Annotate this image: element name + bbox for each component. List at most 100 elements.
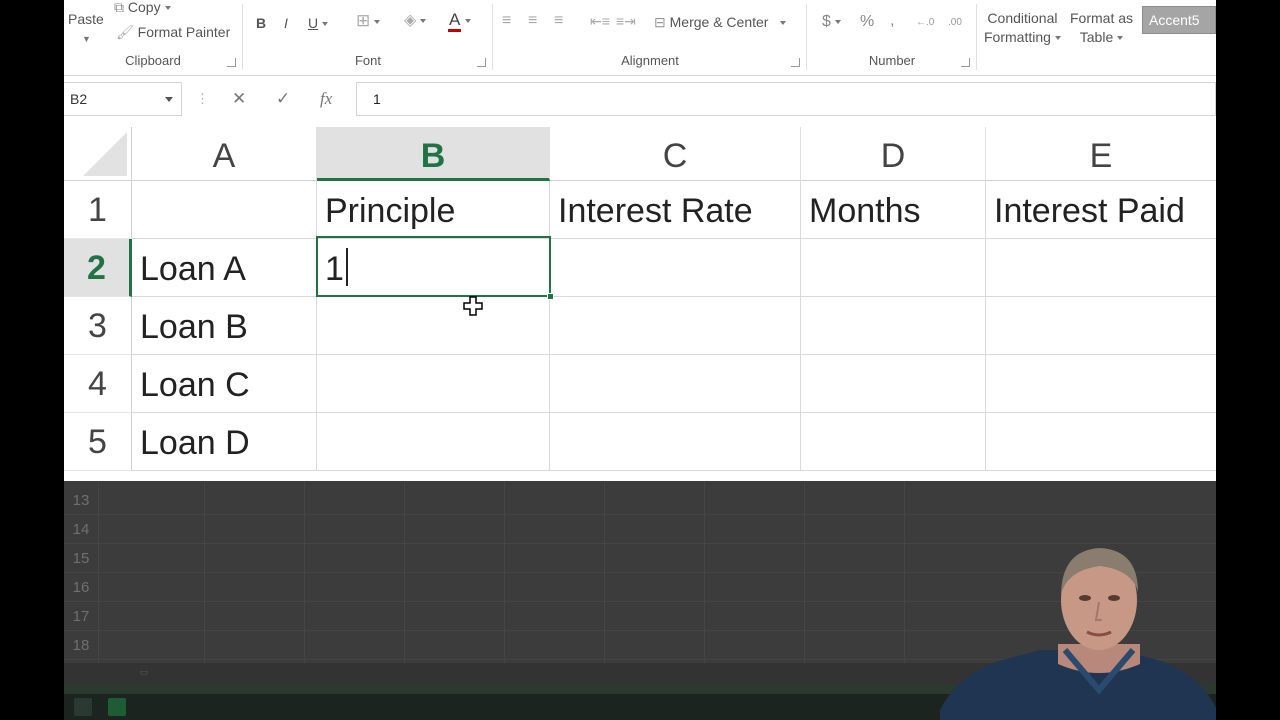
ribbon: Paste ▼ ⧉ Copy 🖌 Format Painter Clipboar… <box>64 0 1216 76</box>
format-painter-icon: 🖌 <box>116 24 134 40</box>
cell-d1[interactable]: Months <box>801 181 986 239</box>
currency-label: $ <box>822 13 831 30</box>
cell-b4[interactable] <box>317 355 550 413</box>
cancel-icon[interactable]: ✕ <box>232 89 246 109</box>
row-number: 14 <box>72 521 90 538</box>
alignment-launcher-icon[interactable] <box>791 58 800 67</box>
clipboard-group: Paste ▼ ⧉ Copy 🖌 Format Painter Clipboar… <box>64 0 242 76</box>
cell-e1[interactable]: Interest Paid <box>986 181 1216 239</box>
underline-button[interactable]: U <box>308 14 329 32</box>
row-header-2[interactable]: 2 <box>64 239 132 297</box>
insert-function-icon[interactable]: fx <box>320 89 332 109</box>
align-left-icon[interactable]: ≡ <box>502 12 511 30</box>
text-cursor <box>346 248 348 286</box>
cell-c3[interactable] <box>550 297 801 355</box>
start-icon[interactable] <box>74 698 92 716</box>
format-painter-button[interactable]: 🖌 Format Painter <box>116 23 230 41</box>
column-header-a[interactable]: A <box>132 127 317 181</box>
row-header-3[interactable]: 3 <box>64 297 132 355</box>
cell-a2[interactable]: Loan A <box>132 239 317 297</box>
comma-button[interactable]: , <box>890 12 894 30</box>
increase-indent-icon[interactable]: ≡⇥ <box>616 12 636 30</box>
align-center-icon[interactable]: ≡ <box>528 12 537 30</box>
cell-d3[interactable] <box>801 297 986 355</box>
fill-color-icon[interactable]: ◈ <box>404 12 427 30</box>
copy-icon: ⧉ <box>114 0 124 15</box>
cell-b5[interactable] <box>317 413 550 471</box>
merge-center-button[interactable]: ⊟ Merge & Center <box>654 13 787 31</box>
align-right-icon[interactable]: ≡ <box>554 12 563 30</box>
cell-e5[interactable] <box>986 413 1216 471</box>
name-box-value: B2 <box>70 91 88 107</box>
row-header-1[interactable]: 1 <box>64 181 132 239</box>
cell-a4[interactable]: Loan C <box>132 355 317 413</box>
percent-button[interactable]: % <box>860 13 874 31</box>
cell-d5[interactable] <box>801 413 986 471</box>
copy-label: Copy <box>127 0 161 15</box>
cell-style-accent5[interactable]: Accent5 <box>1142 6 1216 34</box>
font-group: B I U ⊞ ◈ A Font <box>244 0 492 76</box>
cell-c1[interactable]: Interest Rate <box>550 181 801 239</box>
cell-a5[interactable]: Loan D <box>132 413 317 471</box>
underline-label: U <box>308 15 319 31</box>
cell-b3[interactable] <box>317 297 550 355</box>
cell-d2[interactable] <box>801 239 986 297</box>
conditional-formatting-button[interactable]: Conditional Formatting <box>984 9 1061 47</box>
borders-icon[interactable]: ⊞ <box>356 12 381 30</box>
ribbon-divider <box>242 4 243 70</box>
mouse-cursor-icon <box>463 296 483 316</box>
number-group-label: Number <box>868 53 916 68</box>
fill-handle[interactable] <box>547 293 554 300</box>
cell-a3[interactable]: Loan B <box>132 297 317 355</box>
select-all-button[interactable] <box>64 127 132 181</box>
paste-dropdown-icon[interactable]: ▼ <box>82 30 91 48</box>
increase-decimal-button[interactable]: ←.0 <box>916 14 934 32</box>
cell-c5[interactable] <box>550 413 801 471</box>
worksheet-grid: A B C D E 1 2 3 4 5 Principle Interest R… <box>64 127 1216 481</box>
cell-c4[interactable] <box>550 355 801 413</box>
cell-a1[interactable] <box>132 181 317 239</box>
italic-button[interactable]: I <box>284 14 288 32</box>
row-header-4[interactable]: 4 <box>64 355 132 413</box>
formula-input[interactable]: 1 <box>356 82 1216 116</box>
column-header-b[interactable]: B <box>317 127 550 181</box>
webcam-presenter-image <box>940 548 1216 720</box>
cell-e4[interactable] <box>986 355 1216 413</box>
cell-c2[interactable] <box>550 239 801 297</box>
ribbon-divider <box>976 4 977 70</box>
formula-bar: B2 ⋮ ✕ ✓ fx 1 <box>64 82 1216 116</box>
number-group: $ % , ←.0 .00 Number <box>808 0 976 76</box>
cell-e3[interactable] <box>986 297 1216 355</box>
enter-icon[interactable]: ✓ <box>276 89 290 109</box>
cell-d4[interactable] <box>801 355 986 413</box>
font-color-icon: A <box>448 10 462 32</box>
sheet-tab[interactable]: ▭ <box>124 667 164 681</box>
paste-button[interactable]: Paste <box>68 10 104 28</box>
cell-e2[interactable] <box>986 239 1216 297</box>
decrease-decimal-button[interactable]: .00 <box>948 14 962 32</box>
cell-b1[interactable]: Principle <box>317 181 550 239</box>
font-color-button[interactable]: A <box>448 10 472 32</box>
alignment-group-label: Alignment <box>621 53 679 68</box>
currency-button[interactable]: $ <box>822 13 841 31</box>
alignment-group: ≡ ≡ ≡ ⇤≡ ≡⇥ ⊟ Merge & Center Alignment <box>494 0 806 76</box>
copy-button[interactable]: ⧉ Copy <box>114 0 171 16</box>
bold-button[interactable]: B <box>256 14 266 32</box>
column-header-e[interactable]: E <box>986 127 1216 181</box>
excel-taskbar-icon[interactable] <box>108 698 126 716</box>
number-launcher-icon[interactable] <box>961 58 970 67</box>
format-painter-label: Format Painter <box>137 24 231 40</box>
format-as-table-button[interactable]: Format as Table <box>1070 9 1133 47</box>
name-box[interactable]: B2 <box>64 82 182 116</box>
format-as-table-label-1: Format as <box>1070 10 1134 26</box>
font-launcher-icon[interactable] <box>477 58 486 67</box>
column-header-c[interactable]: C <box>550 127 801 181</box>
column-header-d[interactable]: D <box>801 127 986 181</box>
name-box-dropdown-icon[interactable] <box>165 97 173 102</box>
row-number: 13 <box>72 492 90 509</box>
active-cell-border <box>316 236 551 297</box>
decrease-indent-icon[interactable]: ⇤≡ <box>590 12 610 30</box>
clipboard-launcher-icon[interactable] <box>227 58 236 67</box>
ribbon-divider <box>806 4 807 70</box>
row-header-5[interactable]: 5 <box>64 413 132 471</box>
